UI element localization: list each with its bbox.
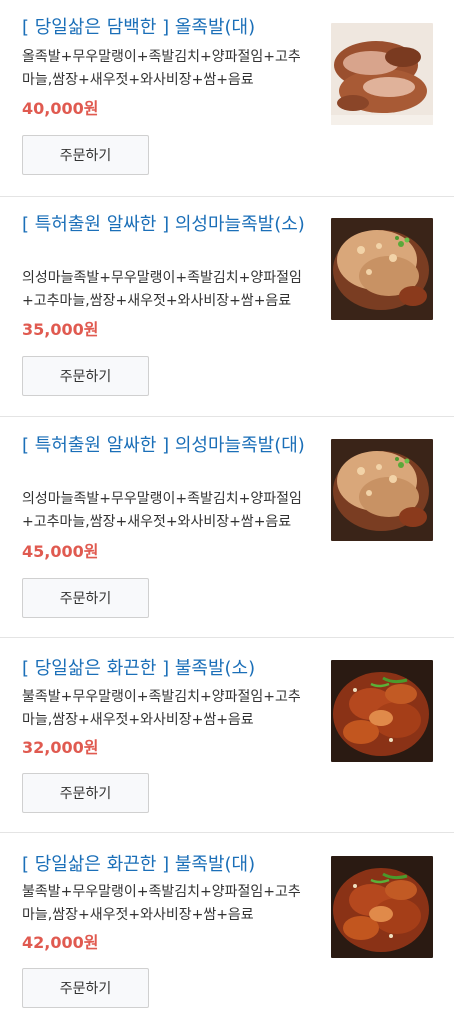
menu-item-title[interactable]: [ 당일삶은 화끈한 ] 불족발(소) xyxy=(22,657,312,681)
menu-item-description: 불족발+무우말랭이+족발김치+양파절임+고추마늘,쌈장+새우젓+와사비장+쌈+음… xyxy=(22,689,301,728)
menu-item-title[interactable]: [ 특허출원 알싸한 ] 의성마늘족발(대) xyxy=(22,434,312,458)
plain-jokbal-photo[interactable] xyxy=(331,23,433,125)
spicy-jokbal-photo[interactable] xyxy=(331,660,433,762)
menu-item[interactable]: [ 특허출원 알싸한 ] 의성마늘족발(대) 의성마늘족발+무우말랭이+족발김치… xyxy=(0,417,454,638)
menu-item-title[interactable]: [ 특허출원 알싸한 ] 의성마늘족발(소) xyxy=(22,213,312,237)
menu-item-description: 의성마늘족발+무우말랭이+족발김치+양파절임+고추마늘,쌈장+새우젓+와사비장+… xyxy=(22,491,302,530)
menu-item-price: 32,000원 xyxy=(22,738,99,757)
menu-item-price: 40,000원 xyxy=(22,99,99,118)
garlic-jokbal-photo[interactable] xyxy=(331,218,433,320)
order-button[interactable]: 주문하기 xyxy=(22,773,149,813)
menu-item[interactable]: [ 당일삶은 담백한 ] 올족발(대) 올족발+무우말랭이+족발김치+양파절임+… xyxy=(0,0,454,197)
menu-item-description: 의성마늘족발+무우말랭이+족발김치+양파절임+고추마늘,쌈장+새우젓+와사비장+… xyxy=(22,270,302,309)
menu-list: [ 당일삶은 담백한 ] 올족발(대) 올족발+무우말랭이+족발김치+양파절임+… xyxy=(0,0,454,1014)
menu-item-price: 45,000원 xyxy=(22,542,99,561)
order-button[interactable]: 주문하기 xyxy=(22,356,149,396)
menu-item[interactable]: [ 당일삶은 화끈한 ] 불족발(대) 불족발+무우말랭이+족발김치+양파절임+… xyxy=(0,833,454,1014)
garlic-jokbal-photo[interactable] xyxy=(331,439,433,541)
order-button[interactable]: 주문하기 xyxy=(22,968,149,1008)
menu-item-price: 42,000원 xyxy=(22,933,99,952)
menu-item[interactable]: [ 당일삶은 화끈한 ] 불족발(소) 불족발+무우말랭이+족발김치+양파절임+… xyxy=(0,638,454,833)
menu-item-price: 35,000원 xyxy=(22,320,99,339)
menu-item-description: 불족발+무우말랭이+족발김치+양파절임+고추마늘,쌈장+새우젓+와사비장+쌈+음… xyxy=(22,884,301,923)
order-button[interactable]: 주문하기 xyxy=(22,135,149,175)
menu-item[interactable]: [ 특허출원 알싸한 ] 의성마늘족발(소) 의성마늘족발+무우말랭이+족발김치… xyxy=(0,197,454,417)
menu-item-title[interactable]: [ 당일삶은 화끈한 ] 불족발(대) xyxy=(22,853,312,877)
menu-item-description: 올족발+무우말랭이+족발김치+양파절임+고추마늘,쌈장+새우젓+와사비장+쌈+음… xyxy=(22,49,301,88)
spicy-jokbal-photo[interactable] xyxy=(331,856,433,958)
menu-item-title[interactable]: [ 당일삶은 담백한 ] 올족발(대) xyxy=(22,16,312,40)
order-button[interactable]: 주문하기 xyxy=(22,578,149,618)
